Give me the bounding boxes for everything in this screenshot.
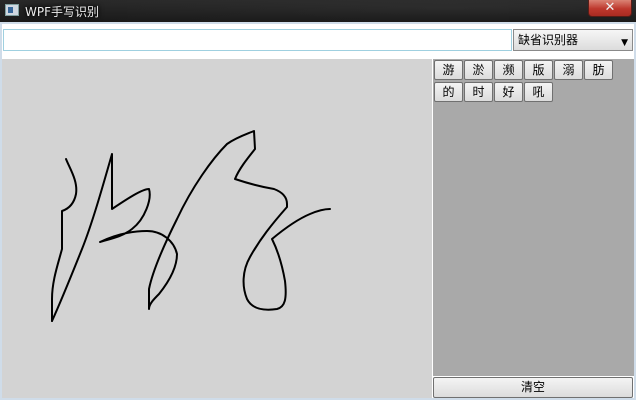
window-frame: 缺省识别器 ▼ 游淤濒版溺肪的时好吼 清空	[0, 22, 636, 400]
candidate-button[interactable]: 的	[434, 82, 463, 102]
title-bar[interactable]: WPF手写识别 ✕	[0, 0, 636, 22]
ink-stroke	[51, 158, 78, 322]
ink-strokes	[51, 130, 331, 322]
candidate-button[interactable]: 溺	[554, 60, 583, 80]
close-button[interactable]: ✕	[588, 0, 632, 17]
app-icon[interactable]	[5, 4, 19, 16]
candidate-button[interactable]: 肪	[584, 60, 613, 80]
candidate-button[interactable]: 游	[434, 60, 463, 80]
candidate-panel: 游淤濒版溺肪的时好吼	[433, 59, 634, 376]
recognizer-dropdown[interactable]: 缺省识别器 ▼	[513, 29, 633, 51]
window-title: WPF手写识别	[25, 5, 100, 19]
ink-stroke	[51, 130, 331, 322]
close-icon: ✕	[604, 0, 616, 15]
recognition-result-input[interactable]	[3, 29, 512, 51]
dropdown-arrow-icon: ▼	[621, 38, 628, 48]
clear-button[interactable]: 清空	[433, 377, 633, 398]
candidate-button[interactable]: 好	[494, 82, 523, 102]
candidate-button[interactable]: 版	[524, 60, 553, 80]
recognizer-selected-label: 缺省识别器	[518, 33, 579, 47]
ink-canvas[interactable]	[2, 59, 432, 398]
candidate-button[interactable]: 吼	[524, 82, 553, 102]
candidate-button[interactable]: 淤	[464, 60, 493, 80]
candidate-button[interactable]: 时	[464, 82, 493, 102]
candidate-button[interactable]: 濒	[494, 60, 523, 80]
client-area: 缺省识别器 ▼ 游淤濒版溺肪的时好吼 清空	[2, 24, 634, 398]
